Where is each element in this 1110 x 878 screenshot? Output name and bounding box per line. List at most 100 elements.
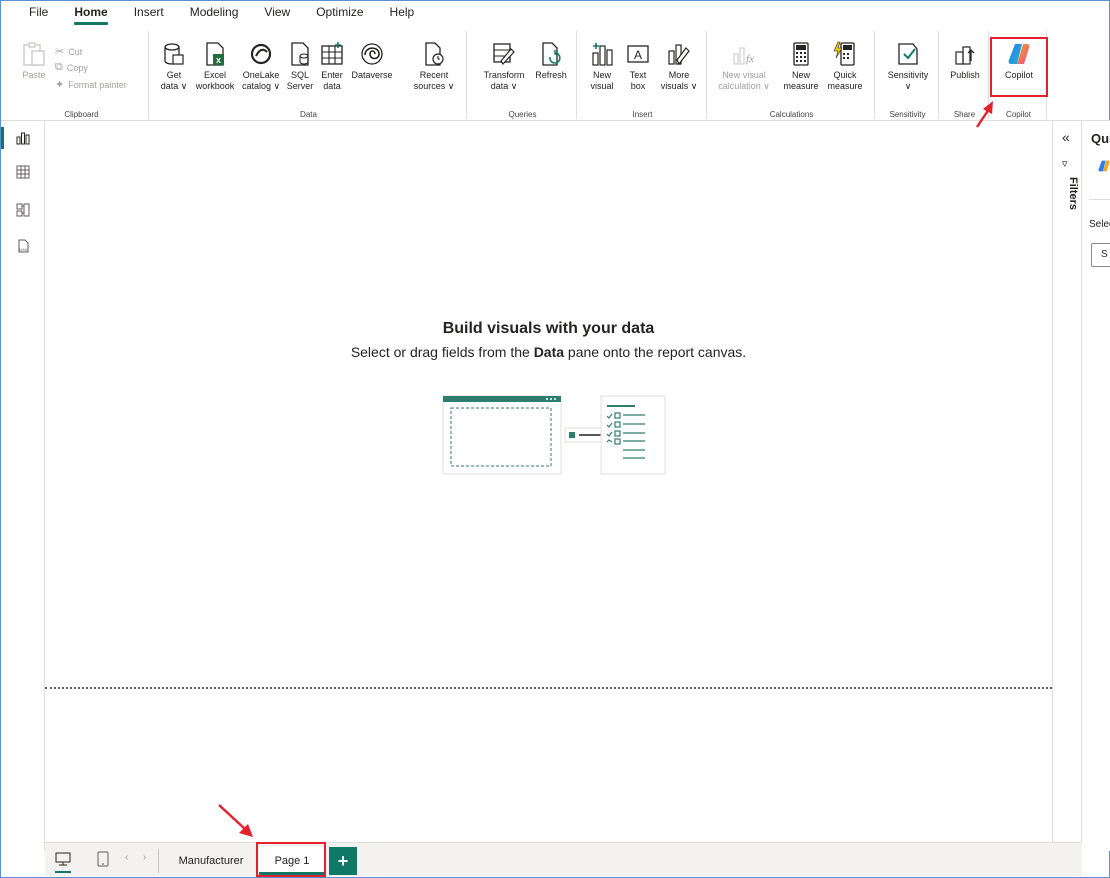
sensitivity-button[interactable]: Sensitivity ∨	[881, 41, 935, 92]
canvas-subtitle-bold: Data	[533, 344, 565, 360]
publish-button[interactable]: Publish	[945, 41, 985, 81]
collapse-panes-icon[interactable]: «	[1062, 129, 1070, 145]
empty-canvas-illustration	[442, 395, 666, 475]
more-visuals-button[interactable]: More visuals ∨	[657, 41, 701, 92]
copilot-group: Copilot Copilot	[991, 31, 1047, 119]
new-measure-button[interactable]: New measure	[781, 41, 821, 92]
enter-data-label-1: Enter	[321, 70, 343, 80]
text-box-button[interactable]: A Text box	[623, 41, 653, 92]
desktop-active-indicator	[55, 871, 71, 873]
get-data-button[interactable]: Get data ∨	[159, 41, 189, 92]
filters-label[interactable]: Filters	[1067, 177, 1079, 210]
table-view-button[interactable]	[11, 161, 35, 183]
report-canvas[interactable]: Build visuals with your data Select or d…	[45, 121, 1052, 841]
clipboard-group-label: Clipboard	[64, 110, 99, 119]
svg-text:DAX: DAX	[19, 247, 28, 252]
quick-measure-button[interactable]: Quick measure	[823, 41, 867, 92]
desktop-icon	[55, 852, 71, 866]
copilot-label: Copilot	[1004, 70, 1033, 80]
page-tab-manufacturer[interactable]: Manufacturer	[165, 847, 257, 875]
desktop-layout-button[interactable]	[55, 851, 71, 873]
transform-label-2: data ∨	[490, 81, 518, 91]
new-visual-calculation-button[interactable]: fx New visual calculation ∨	[713, 41, 775, 92]
nav-divider	[158, 849, 159, 873]
new-measure-label-1: New	[791, 70, 810, 80]
mobile-layout-button[interactable]	[97, 851, 109, 872]
copilot-pane-icon	[1098, 160, 1110, 172]
page-tab-page-1-label: Page 1	[274, 855, 310, 867]
tab-help[interactable]: Help	[390, 5, 415, 23]
active-page-indicator	[259, 872, 325, 875]
paste-button[interactable]: Paste	[19, 41, 49, 81]
canvas-subtitle-pre: Select or drag fields from the	[350, 344, 534, 360]
pane-title: Qui	[1091, 131, 1110, 146]
queries-group: Transform data ∨ Refresh Queries	[469, 31, 577, 119]
pane-select-input[interactable]: S	[1091, 243, 1110, 267]
dataverse-button[interactable]: Dataverse	[349, 41, 395, 81]
model-view-button[interactable]	[11, 199, 35, 221]
copilot-annotation-arrow	[976, 101, 993, 128]
pane-select-label: Selec	[1089, 219, 1110, 230]
tab-insert[interactable]: Insert	[134, 5, 164, 23]
sql-server-button[interactable]: SQL Server	[285, 41, 315, 92]
pane-divider	[1089, 199, 1110, 200]
dataverse-label-1: Dataverse	[351, 70, 393, 80]
transform-data-button[interactable]: Transform data ∨	[479, 41, 529, 92]
tab-view[interactable]: View	[264, 5, 290, 23]
data-group: Get data ∨ x Excel workbook OneLake cata…	[151, 31, 467, 119]
text-box-icon: A	[627, 45, 649, 63]
table-view-icon	[16, 165, 30, 179]
enter-data-button[interactable]: Enter data	[317, 41, 347, 92]
recent-sources-button[interactable]: Recent sources ∨	[413, 41, 455, 92]
dax-query-icon: DAX	[18, 239, 29, 253]
calculator-icon	[793, 42, 809, 66]
tab-home[interactable]: Home	[74, 5, 109, 25]
svg-text:A: A	[634, 48, 642, 62]
excel-workbook-button[interactable]: x Excel workbook	[195, 41, 235, 92]
new-visual-button[interactable]: New visual	[587, 41, 617, 92]
database-icon	[164, 43, 184, 65]
onelake-label-1: OneLake	[242, 70, 280, 80]
page-1-annotation-arrow	[218, 804, 253, 837]
dax-query-view-button[interactable]: DAX	[11, 235, 35, 257]
new-visual-label-2: visual	[590, 81, 614, 91]
onelake-catalog-button[interactable]: OneLake catalog ∨	[239, 41, 283, 92]
prev-page-icon[interactable]: ‹	[125, 852, 128, 863]
more-visuals-label-1: More	[668, 70, 690, 80]
filter-icon: ▿	[1062, 158, 1068, 170]
cut-button[interactable]: ✂ Cut	[55, 45, 82, 58]
sql-label-2: Server	[286, 81, 314, 91]
tab-modeling[interactable]: Modeling	[190, 5, 239, 23]
sensitivity-label-1: Sensitivity	[887, 70, 929, 80]
report-view-button[interactable]	[1, 127, 35, 149]
excel-label-2: workbook	[195, 81, 235, 91]
copy-button[interactable]: ⧉ Copy	[55, 61, 88, 74]
insert-group: New visual A Text box More visuals ∨ Ins…	[579, 31, 707, 119]
tab-file[interactable]: File	[29, 5, 48, 23]
scissors-icon: ✂	[55, 46, 65, 58]
tab-optimize[interactable]: Optimize	[316, 5, 363, 23]
filters-pane-collapsed[interactable]: « ▿	[1052, 121, 1082, 851]
ribbon: Paste ✂ Cut ⧉ Copy ✦ Format painter Clip…	[1, 23, 1110, 121]
model-view-icon	[16, 203, 30, 217]
get-data-label-2: data ∨	[160, 81, 188, 91]
refresh-button[interactable]: Refresh	[531, 41, 571, 81]
add-page-button[interactable]: +	[329, 847, 357, 875]
next-page-icon[interactable]: ›	[143, 852, 146, 863]
onelake-icon	[250, 43, 272, 65]
clipboard-group: Paste ✂ Cut ⧉ Copy ✦ Format painter Clip…	[15, 31, 149, 119]
copy-label: Copy	[66, 62, 88, 73]
paste-label: Paste	[22, 70, 46, 80]
text-box-label-1: Text	[629, 70, 647, 80]
menu-bar: File Home Insert Modeling View Optimize …	[1, 1, 1110, 25]
onelake-label-2: catalog ∨	[241, 81, 281, 91]
sensitivity-group-label: Sensitivity	[889, 110, 926, 119]
calculations-group: fx New visual calculation ∨ New measure …	[709, 31, 875, 119]
format-painter-button[interactable]: ✦ Format painter	[55, 78, 127, 91]
insert-group-label: Insert	[632, 110, 653, 119]
copilot-button[interactable]: Copilot	[995, 41, 1043, 81]
page-tab-page-1[interactable]: Page 1	[259, 847, 325, 875]
svg-text:fx: fx	[746, 53, 754, 65]
page-boundary-divider	[45, 687, 1052, 689]
new-visual-calc-label-2: calculation ∨	[718, 81, 770, 91]
